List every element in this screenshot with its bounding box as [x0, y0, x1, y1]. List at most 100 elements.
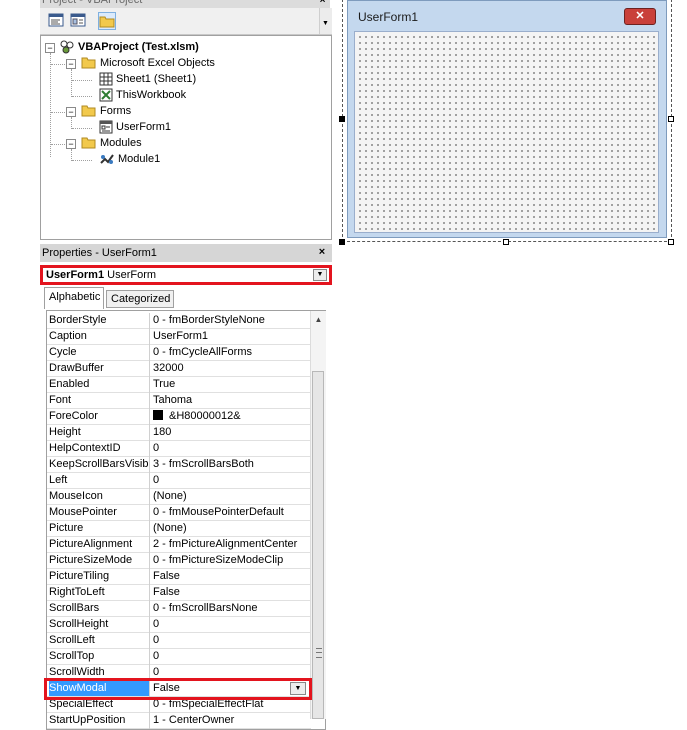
- tree-label: Sheet1 (Sheet1): [116, 73, 197, 86]
- resize-handle-left[interactable]: [339, 116, 345, 122]
- property-value[interactable]: 2 - fmPictureAlignmentCenter: [153, 537, 309, 552]
- property-row[interactable]: PictureAlignment 2 - fmPictureAlignmentCe…: [47, 537, 311, 553]
- userform-window[interactable]: UserForm1 ✕: [347, 0, 667, 238]
- property-row[interactable]: RightToLeft False: [47, 585, 311, 601]
- property-value[interactable]: 0: [153, 649, 309, 664]
- property-row[interactable]: ForeColor &H80000012&: [47, 409, 311, 425]
- view-code-button[interactable]: [48, 12, 66, 30]
- tree-item-vbaproject[interactable]: VBAProject (Test.xlsm): [59, 39, 199, 55]
- property-value[interactable]: 0 - fmPictureSizeModeClip: [153, 553, 309, 568]
- project-toolbar: [40, 8, 332, 35]
- scroll-down-icon: ▼: [322, 20, 329, 27]
- property-value[interactable]: False: [153, 569, 309, 584]
- property-value[interactable]: 0 - fmBorderStyleNone: [153, 313, 309, 328]
- property-value[interactable]: 0: [153, 441, 309, 456]
- tree-label: Microsoft Excel Objects: [100, 57, 215, 70]
- folder-open-icon: [81, 57, 96, 69]
- property-name: Picture: [49, 522, 84, 534]
- property-value[interactable]: &H80000012&: [153, 409, 309, 424]
- property-value[interactable]: 32000: [153, 361, 309, 376]
- properties-close-button[interactable]: ×: [316, 247, 328, 259]
- tree-item-thisworkbook[interactable]: ThisWorkbook: [99, 87, 186, 103]
- tree-item-sheet1[interactable]: Sheet1 (Sheet1): [99, 71, 196, 87]
- property-name: StartUpPosition: [49, 714, 126, 726]
- collapse-modules-toggle[interactable]: −: [66, 139, 76, 149]
- resize-handle-bottom[interactable]: [503, 239, 509, 245]
- project-close-button[interactable]: ×: [316, 0, 329, 7]
- view-object-button[interactable]: [70, 12, 88, 30]
- property-row[interactable]: ScrollLeft 0: [47, 633, 311, 649]
- property-row[interactable]: Enabled True: [47, 377, 311, 393]
- collapse-forms-toggle[interactable]: −: [66, 107, 76, 117]
- property-row[interactable]: Cycle 0 - fmCycleAllForms: [47, 345, 311, 361]
- property-value[interactable]: (None): [153, 521, 309, 536]
- property-row[interactable]: PictureTiling False: [47, 569, 311, 585]
- property-name: KeepScrollBarsVisible: [49, 458, 149, 470]
- property-row[interactable]: Picture (None): [47, 521, 311, 537]
- property-row[interactable]: Height 180: [47, 425, 311, 441]
- tree-item-modules[interactable]: Modules: [81, 135, 142, 151]
- property-name: Cycle: [49, 346, 77, 358]
- property-row[interactable]: Caption UserForm1: [47, 329, 311, 345]
- property-row[interactable]: ScrollTop 0: [47, 649, 311, 665]
- tree-item-excel-objects[interactable]: Microsoft Excel Objects: [81, 55, 215, 71]
- property-value[interactable]: UserForm1: [153, 329, 309, 344]
- resize-handle-bottom-right[interactable]: [668, 239, 674, 245]
- resize-handle-bottom-left[interactable]: [339, 239, 345, 245]
- value-dropdown-icon[interactable]: ▼: [290, 682, 306, 695]
- property-value[interactable]: 0: [153, 633, 309, 648]
- property-value[interactable]: Tahoma: [153, 393, 309, 408]
- property-row[interactable]: DrawBuffer 32000: [47, 361, 311, 377]
- property-row[interactable]: StartUpPosition 1 - CenterOwner: [47, 713, 311, 729]
- property-value[interactable]: 0 - fmMousePointerDefault: [153, 505, 309, 520]
- form-client-area[interactable]: [354, 31, 659, 233]
- property-row[interactable]: MousePointer 0 - fmMousePointerDefault: [47, 505, 311, 521]
- property-row[interactable]: KeepScrollBarsVisible 3 - fmScrollBarsBot…: [47, 457, 311, 473]
- scroll-up-icon[interactable]: ▲: [312, 313, 325, 327]
- property-value[interactable]: True: [153, 377, 309, 392]
- property-row[interactable]: BorderStyle 0 - fmBorderStyleNone: [47, 313, 311, 329]
- property-row[interactable]: PictureSizeMode 0 - fmPictureSizeModeClip: [47, 553, 311, 569]
- property-grid-scrollbar[interactable]: ▲: [310, 311, 326, 719]
- toggle-folders-button[interactable]: [98, 12, 116, 30]
- property-row[interactable]: MouseIcon (None): [47, 489, 311, 505]
- property-value[interactable]: (None): [153, 489, 309, 504]
- tab-alphabetic[interactable]: Alphabetic: [44, 287, 104, 309]
- property-name: HelpContextID: [49, 442, 121, 454]
- collapse-root-toggle[interactable]: −: [45, 43, 55, 53]
- chevron-down-icon[interactable]: ▼: [313, 269, 327, 281]
- tree-item-forms[interactable]: Forms: [81, 103, 131, 119]
- property-value[interactable]: 1 - CenterOwner: [153, 713, 309, 728]
- tree-item-module1[interactable]: Module1: [99, 151, 160, 167]
- property-name: PictureAlignment: [49, 538, 133, 550]
- properties-tabs: Alphabetic Categorized: [40, 287, 332, 310]
- property-value-text: &H80000012&: [169, 410, 241, 422]
- object-selector[interactable]: UserForm1 UserForm ▼: [40, 265, 332, 285]
- property-row[interactable]: Left 0: [47, 473, 311, 489]
- property-value[interactable]: 0: [153, 617, 309, 632]
- property-value[interactable]: False: [153, 585, 309, 600]
- property-value[interactable]: 180: [153, 425, 309, 440]
- property-value[interactable]: 0: [153, 473, 309, 488]
- project-scrollbar[interactable]: ▼: [319, 8, 332, 34]
- tree-item-userform1[interactable]: UserForm1: [99, 119, 171, 135]
- property-value[interactable]: 0 - fmCycleAllForms: [153, 345, 309, 360]
- property-row[interactable]: ScrollBars 0 - fmScrollBarsNone: [47, 601, 311, 617]
- project-explorer-title: Project - VBAProject: [40, 0, 330, 8]
- tree-label: ThisWorkbook: [116, 89, 187, 102]
- view-code-icon: [48, 13, 64, 27]
- property-row[interactable]: ScrollHeight 0: [47, 617, 311, 633]
- resize-handle-right[interactable]: [668, 116, 674, 122]
- property-row[interactable]: HelpContextID 0: [47, 441, 311, 457]
- folder-icon: [99, 16, 115, 28]
- scrollbar-thumb[interactable]: [312, 371, 324, 719]
- close-icon[interactable]: ✕: [624, 8, 656, 25]
- property-row[interactable]: Font Tahoma: [47, 393, 311, 409]
- userform-icon: [99, 120, 113, 134]
- tab-categorized[interactable]: Categorized: [106, 290, 174, 308]
- folder-open-icon: [81, 105, 96, 117]
- collapse-excel-objects-toggle[interactable]: −: [66, 59, 76, 69]
- property-value[interactable]: 0 - fmScrollBarsNone: [153, 601, 309, 616]
- form-caption: UserForm1: [358, 10, 419, 24]
- property-value[interactable]: 3 - fmScrollBarsBoth: [153, 457, 309, 472]
